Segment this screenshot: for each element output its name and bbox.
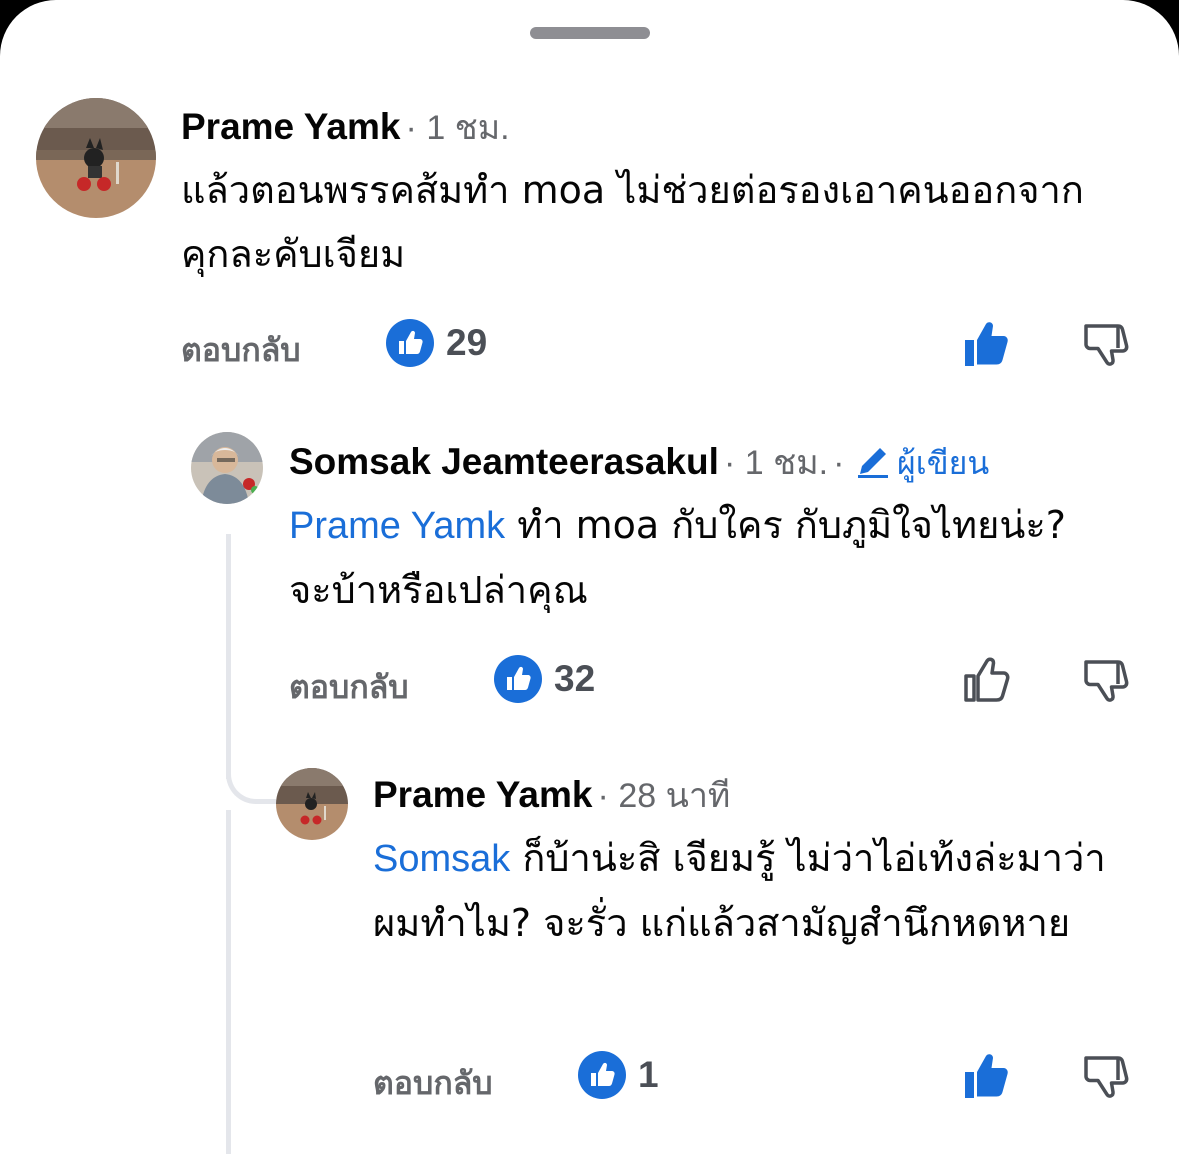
avatar-photo [191,432,263,504]
timestamp: 28 นาที [618,777,731,815]
reaction-summary[interactable]: 1 [578,1050,659,1100]
thumbs-up-icon[interactable] [962,654,1014,706]
thread-line [226,534,231,779]
comment-text: Prame Yamk ทำ moa กับใคร กับภูมิใจไทยน่ะ… [289,493,1109,622]
meta-separator: · [597,777,619,815]
mention-link[interactable]: Somsak [373,838,510,880]
like-count: 29 [446,322,488,363]
thread-curve [226,760,276,804]
mention-link[interactable]: Prame Yamk [289,505,505,547]
thumbs-down-icon[interactable] [1082,1050,1134,1102]
comment-text: แล้วตอนพรรคส้มทำ moa ไม่ช่วยต่อรองเอาคนอ… [181,158,1131,286]
timestamp: 1 ชม. [744,444,829,482]
meta-separator: · [833,444,854,482]
thumbs-up-icon[interactable] [962,318,1014,370]
comment-header: Prame Yamk · 28 นาที [373,776,730,813]
reply-button[interactable]: ตอบกลับ [373,1058,493,1109]
comment-header: Prame Yamk · 1 ชม. [181,108,510,145]
thumbs-up-badge-icon [386,319,434,367]
author-name[interactable]: Prame Yamk [373,774,592,815]
author-name[interactable]: Somsak Jeamteerasakul [289,441,719,482]
thread-line-continuation [226,810,231,1154]
comment-body: แล้วตอนพรรคส้มทำ moa ไม่ช่วยต่อรองเอาคนอ… [181,168,1084,276]
reaction-summary[interactable]: 32 [494,654,595,704]
like-count: 1 [638,1054,659,1095]
avatar[interactable] [191,432,263,504]
thumbs-up-icon[interactable] [962,1050,1014,1102]
thumbs-up-badge-icon [578,1051,626,1099]
author-name[interactable]: Prame Yamk [181,106,400,147]
avatar-photo [36,98,156,218]
avatar[interactable] [36,98,156,218]
comment-header: Somsak Jeamteerasakul · 1 ชม. · ผู้เขียน [289,442,989,480]
avatar-photo [276,768,348,840]
reply-button[interactable]: ตอบกลับ [289,662,409,713]
thumbs-up-badge-icon [494,655,542,703]
author-badge: ผู้เขียน [897,444,990,482]
meta-separator: · [723,444,745,482]
pencil-icon [857,448,888,478]
comment-text: Somsak ก็บ้าน่ะสิ เจียมรู้ ไม่ว่าไอ่เท้ง… [373,826,1123,955]
reaction-summary[interactable]: 29 [386,318,487,368]
timestamp: 1 ชม. [426,109,510,147]
meta-separator: · [405,109,427,147]
like-count: 32 [554,658,596,699]
thumbs-down-icon[interactable] [1082,318,1134,370]
comments-sheet: Prame Yamk · 1 ชม. แล้วตอนพรรคส้มทำ moa … [0,0,1179,1154]
sheet-grabber[interactable] [530,27,650,39]
avatar[interactable] [276,768,348,840]
reply-button[interactable]: ตอบกลับ [181,325,301,376]
thumbs-down-icon[interactable] [1082,654,1134,706]
